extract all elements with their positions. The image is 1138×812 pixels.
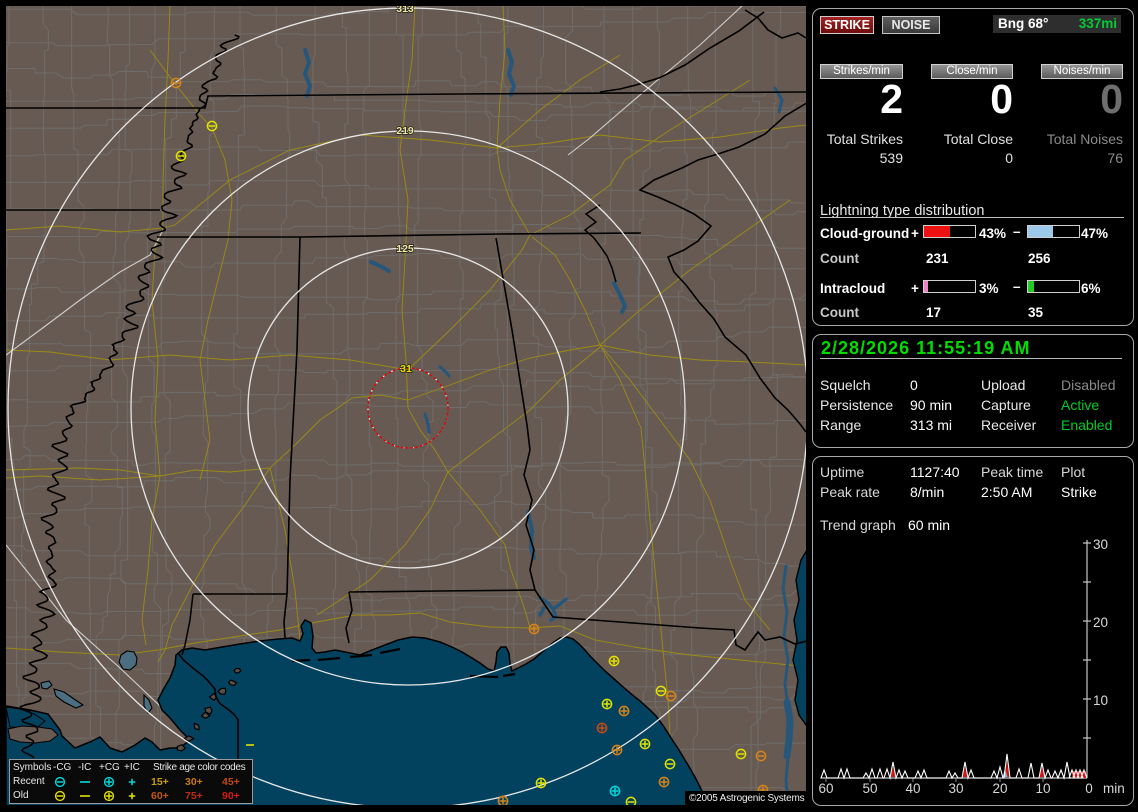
svg-text:60: 60 — [818, 781, 833, 796]
svg-text:125: 125 — [396, 243, 414, 255]
svg-text:40: 40 — [905, 781, 920, 796]
svg-text:219: 219 — [396, 125, 414, 137]
svg-text:10: 10 — [1093, 693, 1108, 708]
svg-text:31: 31 — [400, 363, 412, 375]
svg-text:10: 10 — [1035, 781, 1050, 796]
svg-text:20: 20 — [1093, 615, 1108, 630]
svg-text:50: 50 — [862, 781, 877, 796]
svg-text:30: 30 — [948, 781, 963, 796]
svg-text:30: 30 — [1093, 537, 1108, 552]
svg-text:20: 20 — [992, 781, 1007, 796]
svg-text:0: 0 — [1085, 781, 1093, 796]
svg-text:min: min — [1103, 781, 1125, 796]
